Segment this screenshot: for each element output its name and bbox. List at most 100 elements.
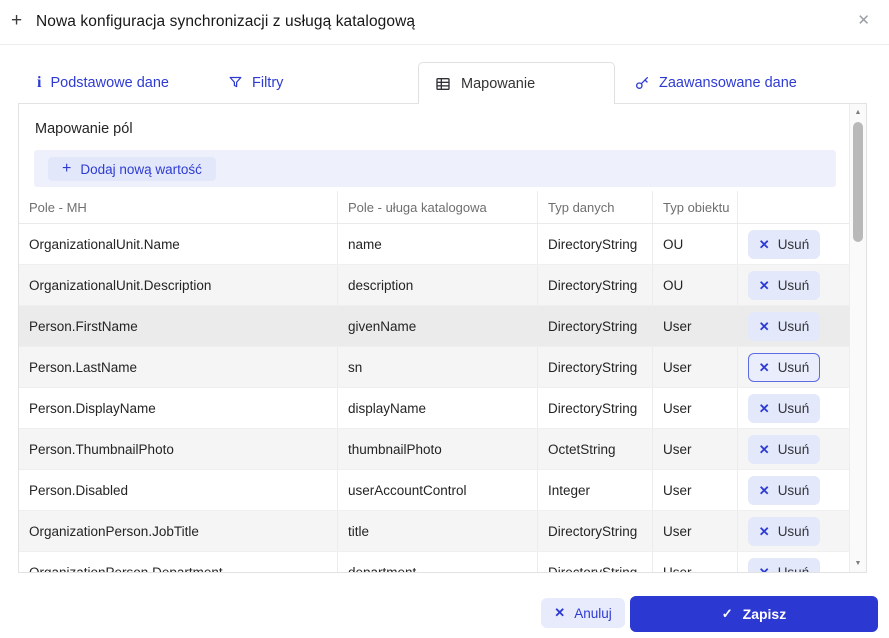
x-icon: ✕: [554, 605, 565, 621]
scrollbar-thumb[interactable]: [853, 122, 863, 242]
mapping-panel: Mapowanie pól + Dodaj nową wartość Pole …: [18, 103, 867, 573]
remove-button[interactable]: ✕Usuń: [748, 271, 820, 300]
cell-actions: ✕ Usuń: [738, 470, 850, 510]
cancel-label: Anuluj: [574, 606, 612, 621]
dialog-header: + Nowa konfiguracja synchronizacji z usł…: [0, 0, 889, 45]
table-row: OrganizationalUnit.NamenameDirectoryStri…: [19, 224, 850, 265]
close-icon[interactable]: ✕: [857, 11, 870, 31]
cell-data-type: DirectoryString: [538, 224, 653, 264]
cell-field-mh: Person.FirstName: [19, 306, 338, 346]
cell-object-type: User: [653, 306, 738, 346]
tab-label: Mapowanie: [461, 76, 535, 92]
remove-label: Usuń: [778, 401, 810, 416]
cell-actions: ✕ Usuń: [738, 347, 850, 387]
cell-object-type: User: [653, 347, 738, 387]
cell-field-directory: description: [338, 265, 538, 305]
cell-actions: ✕Usuń: [738, 265, 850, 305]
cell-actions: ✕ Usuń: [738, 388, 850, 428]
tab-mapowanie[interactable]: Mapowanie: [418, 62, 615, 104]
column-header-field-mh: Pole - MH: [19, 191, 338, 223]
x-icon: ✕: [759, 525, 770, 538]
cell-data-type: DirectoryString: [538, 388, 653, 428]
cancel-button[interactable]: ✕ Anuluj: [541, 598, 625, 628]
cell-field-mh: Person.LastName: [19, 347, 338, 387]
cell-field-directory: displayName: [338, 388, 538, 428]
cell-actions: ✕ Usuń: [738, 224, 850, 264]
cell-field-mh: OrganizationPerson.Department: [19, 552, 338, 572]
cell-object-type: User: [653, 511, 738, 551]
cell-data-type: DirectoryString: [538, 552, 653, 572]
remove-button[interactable]: ✕Usuń: [748, 558, 820, 573]
remove-button[interactable]: ✕ Usuń: [748, 353, 820, 382]
remove-button[interactable]: ✕ Usuń: [748, 230, 820, 259]
x-icon: ✕: [759, 484, 770, 497]
cell-object-type: User: [653, 388, 738, 428]
scroll-down-icon[interactable]: ▼: [850, 556, 866, 571]
cell-field-directory: givenName: [338, 306, 538, 346]
cell-data-type: OctetString: [538, 429, 653, 469]
cell-data-type: DirectoryString: [538, 511, 653, 551]
cell-actions: ✕ Usuń: [738, 429, 850, 469]
plus-icon: +: [62, 161, 71, 177]
dialog-title: Nowa konfiguracja synchronizacji z usług…: [36, 0, 415, 44]
table-row: Person.DisplayNamedisplayNameDirectorySt…: [19, 388, 850, 429]
remove-button[interactable]: ✕ Usuń: [748, 476, 820, 505]
plus-icon: +: [11, 10, 22, 32]
column-header-data-type: Typ danych: [538, 191, 653, 223]
info-icon: i: [37, 76, 41, 90]
remove-button[interactable]: ✕ Usuń: [748, 435, 820, 464]
cell-object-type: User: [653, 470, 738, 510]
tab-label: Podstawowe dane: [50, 75, 169, 91]
tab-filtry[interactable]: Filtry: [228, 62, 283, 103]
cell-field-mh: OrganizationalUnit.Description: [19, 265, 338, 305]
remove-label: Usuń: [778, 319, 810, 334]
save-button[interactable]: ✓ Zapisz: [630, 596, 878, 632]
table-icon: [435, 76, 451, 92]
add-new-value-button[interactable]: + Dodaj nową wartość: [48, 157, 216, 181]
cell-field-mh: Person.Disabled: [19, 470, 338, 510]
remove-label: Usuń: [778, 442, 810, 457]
cell-field-directory: department: [338, 552, 538, 572]
cell-object-type: User: [653, 552, 738, 572]
tab-podstawowe-dane[interactable]: i Podstawowe dane: [37, 62, 169, 103]
cell-object-type: OU: [653, 224, 738, 264]
table-row: OrganizationPerson.JobTitletitleDirector…: [19, 511, 850, 552]
cell-actions: ✕Usuń: [738, 552, 850, 572]
x-icon: ✕: [759, 238, 770, 251]
remove-button[interactable]: ✕Usuń: [748, 312, 820, 341]
cell-field-directory: sn: [338, 347, 538, 387]
remove-button[interactable]: ✕ Usuń: [748, 394, 820, 423]
scrollbar[interactable]: ▲ ▼: [849, 104, 866, 572]
remove-label: Usuń: [778, 524, 810, 539]
scroll-up-icon[interactable]: ▲: [850, 105, 866, 120]
add-button-label: Dodaj nową wartość: [80, 162, 202, 177]
table-header: Pole - MH Pole - uługa katalogowa Typ da…: [19, 191, 850, 224]
table-row: OrganizationPerson.DepartmentdepartmentD…: [19, 552, 850, 572]
x-icon: ✕: [759, 361, 770, 374]
cell-object-type: OU: [653, 265, 738, 305]
table-row: Person.DisableduserAccountControlInteger…: [19, 470, 850, 511]
remove-label: Usuń: [778, 483, 810, 498]
remove-button[interactable]: ✕ Usuń: [748, 517, 820, 546]
remove-label: Usuń: [778, 237, 810, 252]
column-header-object-type: Typ obiektu: [653, 191, 738, 223]
table-row: Person.ThumbnailPhotothumbnailPhotoOctet…: [19, 429, 850, 470]
x-icon: ✕: [759, 402, 770, 415]
cell-field-mh: OrganizationalUnit.Name: [19, 224, 338, 264]
key-icon: [634, 75, 650, 91]
cell-field-mh: Person.ThumbnailPhoto: [19, 429, 338, 469]
cell-field-directory: userAccountControl: [338, 470, 538, 510]
remove-label: Usuń: [778, 360, 810, 375]
cell-data-type: DirectoryString: [538, 347, 653, 387]
section-title: Mapowanie pól: [35, 121, 133, 137]
cell-data-type: DirectoryString: [538, 306, 653, 346]
check-icon: ✓: [722, 606, 733, 622]
x-icon: ✕: [759, 279, 770, 292]
cell-field-directory: name: [338, 224, 538, 264]
tab-zaawansowane-dane[interactable]: Zaawansowane dane: [634, 62, 797, 103]
x-icon: ✕: [759, 443, 770, 456]
cell-actions: ✕Usuń: [738, 306, 850, 346]
cell-object-type: User: [653, 429, 738, 469]
cell-actions: ✕ Usuń: [738, 511, 850, 551]
x-icon: ✕: [759, 566, 770, 573]
